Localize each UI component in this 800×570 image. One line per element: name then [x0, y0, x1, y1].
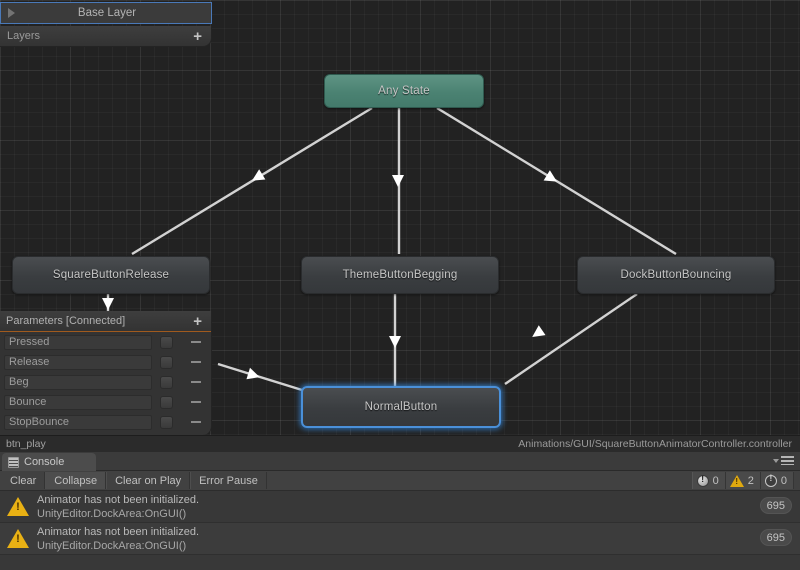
layers-label: Layers	[7, 30, 41, 42]
clear-button[interactable]: Clear	[2, 472, 46, 489]
collapse-button[interactable]: Collapse	[45, 472, 107, 489]
state-node-label: DockButtonBouncing	[620, 269, 732, 281]
error-icon	[696, 474, 709, 487]
console-message-text: Animator has not been initialized. UnityE…	[37, 525, 199, 553]
console-message-stack: UnityEditor.DockArea:OnGUI()	[37, 539, 187, 552]
transition-arrow-icon	[246, 367, 260, 380]
layers-bar[interactable]: Layers +	[0, 26, 212, 47]
warning-count: 2	[747, 474, 754, 487]
transition-line	[217, 362, 303, 392]
parameter-checkbox[interactable]	[160, 375, 173, 389]
base-layer-title: Base Layer	[77, 7, 137, 19]
parameter-checkbox[interactable]	[160, 395, 173, 409]
console-icon	[8, 456, 19, 468]
transition-arrow-icon	[532, 325, 546, 337]
warning-icon	[7, 529, 29, 548]
transition-arrow-icon	[102, 298, 114, 310]
parameter-name-field[interactable]: StopBounce	[4, 414, 152, 430]
remove-parameter-button[interactable]	[191, 421, 201, 423]
triangle-right-icon[interactable]	[8, 8, 15, 18]
parameter-name-field[interactable]: Pressed	[4, 334, 152, 350]
console-collapse-count: 695	[759, 529, 792, 546]
state-node-label: ThemeButtonBegging	[342, 269, 458, 281]
parameter-checkbox[interactable]	[160, 355, 173, 369]
animator-window: Any State SquareButtonRelease ThemeButtonB…	[0, 0, 800, 447]
transition-line	[504, 293, 638, 385]
state-node-label: SquareButtonRelease	[52, 269, 170, 281]
tab-console[interactable]: Console	[2, 453, 96, 471]
parameter-row[interactable]: Bounce	[0, 392, 211, 412]
state-node-label: NormalButton	[364, 401, 438, 413]
state-node-label: Any State	[378, 85, 430, 97]
state-node-square-button-release[interactable]: SquareButtonRelease	[12, 256, 210, 294]
hamburger-menu-icon[interactable]	[773, 456, 794, 465]
status-bar: btn_play Animations/GUI/SquareButtonAnim…	[0, 435, 800, 452]
parameters-list: Pressed Release Beg Bounce StopBounce	[0, 332, 211, 432]
transition-dock-button-bouncing-to-normal-button[interactable]	[504, 293, 638, 385]
info-icon	[764, 473, 777, 487]
remove-parameter-button[interactable]	[191, 381, 201, 383]
console-message-list[interactable]: Animator has not been initialized.UnityE…	[0, 491, 800, 555]
warning-icon	[729, 474, 744, 487]
parameter-row[interactable]: Pressed	[0, 332, 211, 352]
add-parameter-button[interactable]: +	[193, 314, 202, 329]
unity-editor-window: Any State SquareButtonRelease ThemeButtonB…	[0, 0, 800, 570]
transition-any-state-to-theme-button-begging[interactable]	[392, 108, 404, 254]
add-layer-button[interactable]: +	[193, 29, 202, 44]
console-message-row[interactable]: Animator has not been initialized.UnityE…	[0, 491, 800, 523]
status-asset-path: Animations/GUI/SquareButtonAnimatorContr…	[518, 438, 792, 450]
state-node-normal-button[interactable]: NormalButton	[301, 386, 501, 428]
console-message-title: Animator has not been initialized.	[37, 525, 200, 538]
warning-icon	[7, 497, 29, 516]
warning-count-toggle[interactable]: 2	[725, 472, 761, 489]
parameter-checkbox[interactable]	[160, 415, 173, 429]
base-layer-header[interactable]: Base Layer	[0, 2, 212, 24]
console-tabbar: Console	[0, 452, 800, 471]
remove-parameter-button[interactable]	[191, 401, 201, 403]
parameter-name-field[interactable]: Beg	[4, 374, 152, 390]
console-window: Console Clear Collapse Clear on Play Err…	[0, 452, 800, 570]
console-collapse-count: 695	[759, 497, 792, 514]
parameter-row[interactable]: Beg	[0, 372, 211, 392]
parameter-name-field[interactable]: Bounce	[4, 394, 152, 410]
console-message-stack: UnityEditor.DockArea:OnGUI()	[37, 507, 187, 520]
transition-any-state-to-dock-button-bouncing[interactable]	[436, 106, 677, 256]
transition-arrow-icon	[543, 170, 557, 182]
chevron-down-icon	[773, 458, 779, 463]
transition-any-state-to-square-button-release[interactable]	[131, 106, 373, 256]
tab-console-label: Console	[24, 456, 65, 468]
info-count-toggle[interactable]: 0	[760, 472, 794, 489]
parameter-row[interactable]: StopBounce	[0, 412, 211, 432]
remove-parameter-button[interactable]	[191, 361, 201, 363]
console-toolbar: Clear Collapse Clear on Play Error Pause…	[0, 471, 800, 491]
transition-arrow-icon	[252, 169, 266, 181]
remove-parameter-button[interactable]	[191, 341, 201, 343]
transition-line	[131, 106, 373, 256]
transition-arrow-icon	[392, 175, 404, 187]
error-count-toggle[interactable]: 0	[691, 472, 726, 489]
transition-left-edge-to-normal-button[interactable]	[217, 362, 303, 392]
error-count: 0	[712, 474, 719, 487]
parameters-panel: Parameters [Connected] + Pressed Release B…	[0, 311, 212, 435]
status-object-name: btn_play	[6, 438, 46, 450]
console-message-row[interactable]: Animator has not been initialized.UnityE…	[0, 523, 800, 555]
info-count: 0	[780, 474, 787, 487]
state-node-dock-button-bouncing[interactable]: DockButtonBouncing	[577, 256, 775, 294]
transition-arrow-icon	[389, 336, 401, 348]
parameter-name-field[interactable]: Release	[4, 354, 152, 370]
console-message-text: Animator has not been initialized. UnityE…	[37, 493, 199, 521]
console-counters: 0 2 0	[691, 472, 794, 489]
parameters-title: Parameters [Connected]	[6, 315, 126, 327]
menu-bars-icon	[781, 456, 794, 465]
parameters-header[interactable]: Parameters [Connected] +	[0, 311, 211, 332]
state-node-theme-button-begging[interactable]: ThemeButtonBegging	[301, 256, 499, 294]
state-node-any-state[interactable]: Any State	[324, 74, 484, 108]
parameter-checkbox[interactable]	[160, 335, 173, 349]
parameter-row[interactable]: Release	[0, 352, 211, 372]
error-pause-button[interactable]: Error Pause	[190, 472, 267, 489]
console-message-title: Animator has not been initialized.	[37, 493, 200, 506]
clear-on-play-button[interactable]: Clear on Play	[106, 472, 191, 489]
transition-theme-button-begging-to-normal-button[interactable]	[389, 294, 401, 386]
